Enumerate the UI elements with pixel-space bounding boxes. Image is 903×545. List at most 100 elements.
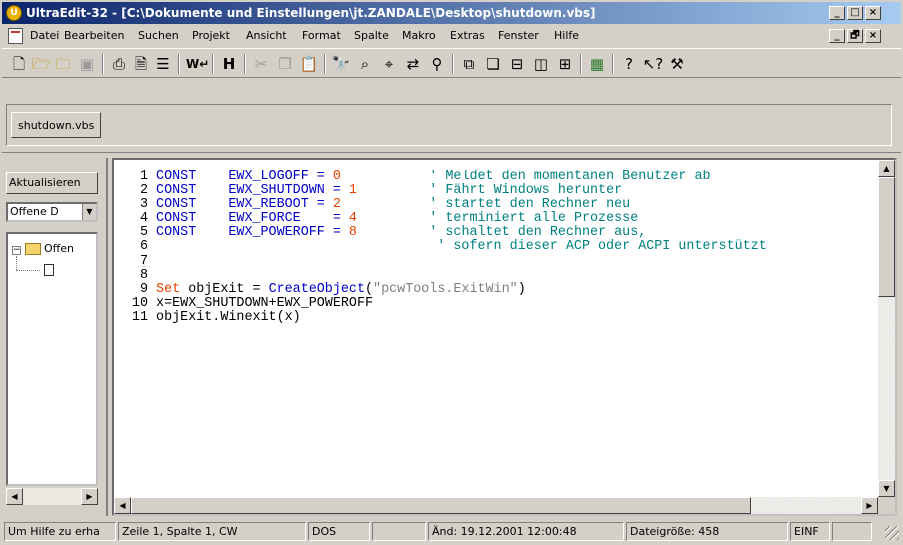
mdi-restore-button[interactable]: 🗗 — [847, 29, 863, 43]
code-token: CONST — [156, 211, 229, 227]
maximize-button[interactable]: □ — [847, 6, 863, 20]
find-next-icon[interactable]: ⌕ — [354, 53, 376, 75]
menu-hilfe[interactable]: Hilfe — [554, 29, 579, 42]
mdi-close-button[interactable]: × — [865, 29, 881, 43]
code-line[interactable]: 8 — [114, 268, 869, 283]
open-icon[interactable]: 🗁 — [30, 53, 52, 75]
save-icon[interactable]: ▣ — [76, 53, 98, 75]
collapse-icon[interactable]: − — [12, 246, 21, 255]
code-token: EWX_SHUTDOWN = — [228, 183, 349, 199]
code-line[interactable]: 1 CONST EWX_LOGOFF = 0 ' Meldet den mome… — [114, 170, 869, 184]
menu-spalte[interactable]: Spalte — [354, 29, 389, 42]
menu-suchen[interactable]: Suchen — [138, 29, 179, 42]
scroll-left-icon[interactable]: ◀ — [6, 488, 23, 505]
menu-ansicht[interactable]: Ansicht — [246, 29, 287, 42]
tree-root-label[interactable]: Offen — [44, 242, 74, 255]
code-line[interactable]: 6 ' sofern dieser ACP oder ACPI unterstü… — [114, 240, 869, 254]
window-titlebar[interactable]: U UltraEdit-32 - [C:\Dokumente und Einst… — [2, 2, 901, 24]
help-icon[interactable]: ? — [618, 53, 640, 75]
toolbar-separator — [324, 54, 326, 74]
paste-icon[interactable]: 📋 — [298, 53, 320, 75]
code-line[interactable]: 9 Set objExit = CreateObject("pcwTools.E… — [114, 281, 869, 297]
status-position: Zeile 1, Spalte 1, CW — [118, 522, 306, 541]
column-icon[interactable]: ⊞ — [554, 53, 576, 75]
status-format: DOS — [308, 522, 370, 541]
cut-icon[interactable]: ✂ — [250, 53, 272, 75]
mark-icon[interactable]: ▦ — [586, 53, 608, 75]
code-line[interactable]: 4 CONST EWX_FORCE = 4 ' terminiert alle … — [114, 212, 869, 226]
code-token: 2 — [332, 197, 341, 213]
line-number: 6 — [139, 239, 148, 255]
status-insert-mode: EINF — [790, 522, 830, 541]
replace-icon[interactable]: ⇄ — [402, 53, 424, 75]
menu-makro[interactable]: Makro — [402, 29, 436, 42]
code-line[interactable]: 5 CONST EWX_POWEROFF = 8 ' schaltet den … — [114, 226, 869, 240]
file-tree[interactable]: − Offen — [6, 232, 98, 486]
new-file-icon[interactable]: 🗋 — [8, 53, 30, 75]
tile-icon[interactable]: ⧉ — [458, 53, 480, 75]
find-prev-icon[interactable]: ⌖ — [378, 53, 400, 75]
scroll-left-icon[interactable]: ◀ — [114, 497, 131, 514]
statusbar: Um Hilfe zu erha Zeile 1, Spalte 1, CW D… — [2, 520, 901, 542]
scroll-right-icon[interactable]: ▶ — [81, 488, 98, 505]
context-help-icon[interactable]: ↖? — [642, 53, 664, 75]
code-token: 1 — [348, 183, 357, 199]
code-token: ' startet den Rechner neu — [429, 197, 631, 213]
vscroll-thumb[interactable] — [878, 177, 895, 297]
code-line[interactable]: 10 x=EWX_SHUTDOWN+EWX_POWEROFF — [114, 296, 869, 311]
hscroll-thumb[interactable] — [131, 497, 751, 514]
code-editor[interactable]: 1 CONST EWX_LOGOFF = 0 ' Meldet den mome… — [112, 158, 897, 516]
editor-hscrollbar[interactable]: ◀ ▶ — [114, 497, 878, 514]
word-wrap-icon[interactable]: W↵ — [186, 53, 209, 75]
menu-format[interactable]: Format — [302, 29, 341, 42]
menu-bearbeiten[interactable]: Bearbeiten — [64, 29, 124, 42]
scroll-right-icon[interactable]: ▶ — [861, 497, 878, 514]
code-line[interactable]: 2 CONST EWX_SHUTDOWN = 1 ' Fährt Windows… — [114, 183, 869, 199]
editor-vscrollbar[interactable]: ▲ ▼ — [878, 160, 895, 497]
close-button[interactable]: × — [865, 6, 881, 20]
refresh-button[interactable]: Aktualisieren — [6, 172, 98, 194]
scroll-down-icon[interactable]: ▼ — [878, 480, 895, 497]
resize-grip-icon[interactable] — [885, 526, 899, 540]
code-token: "pcwTools.ExitWin" — [373, 281, 518, 297]
sidebar-hscrollbar[interactable]: ◀ ▶ — [6, 488, 98, 505]
print-icon[interactable]: ⎙ — [108, 53, 130, 75]
find-in-files-icon[interactable]: ⚲ — [426, 53, 448, 75]
scroll-up-icon[interactable]: ▲ — [878, 160, 895, 177]
split-h-icon[interactable]: ⊟ — [506, 53, 528, 75]
status-empty — [832, 522, 872, 541]
menubar: Datei Bearbeiten Suchen Projekt Ansicht … — [2, 26, 901, 46]
tab-shutdown-vbs[interactable]: shutdown.vbs — [11, 112, 102, 138]
chevron-down-icon[interactable]: ▼ — [82, 204, 96, 220]
menu-extras[interactable]: Extras — [450, 29, 485, 42]
code-token: 8 — [348, 225, 357, 241]
code-line[interactable]: 3 CONST EWX_REBOOT = 2 ' startet den Rec… — [114, 198, 869, 212]
mdi-minimize-button[interactable]: _ — [829, 29, 845, 43]
find-icon[interactable]: 🔭 — [330, 53, 352, 75]
cascade-icon[interactable]: ❏ — [482, 53, 504, 75]
code-line[interactable]: 11 objExit.Winexit(x) — [114, 310, 869, 325]
toolbar-separator — [178, 54, 180, 74]
folder-icon — [25, 243, 41, 255]
code-token: CONST — [156, 183, 229, 199]
page-setup-icon[interactable]: ☰ — [152, 53, 174, 75]
copy-icon[interactable]: ❐ — [274, 53, 296, 75]
print-preview-icon[interactable]: 🗎 — [130, 53, 152, 75]
code-token: CONST — [156, 170, 229, 184]
document-icon[interactable] — [8, 28, 23, 44]
code-token: CONST — [156, 197, 229, 213]
menu-fenster[interactable]: Fenster — [498, 29, 539, 42]
split-v-icon[interactable]: ◫ — [530, 53, 552, 75]
file-filter-select[interactable]: Offene D ▼ — [6, 202, 98, 222]
menu-projekt[interactable]: Projekt — [192, 29, 230, 42]
tools-icon[interactable]: ⚒ — [666, 53, 688, 75]
code-line[interactable]: 7 — [114, 254, 869, 269]
status-help: Um Hilfe zu erha — [4, 522, 116, 541]
hex-mode-icon[interactable]: H — [218, 53, 240, 75]
toolbar-separator — [244, 54, 246, 74]
open-folder-icon[interactable]: 🗀 — [52, 53, 74, 75]
menu-datei[interactable]: Datei — [30, 29, 59, 42]
file-icon[interactable] — [44, 264, 54, 276]
code-area[interactable]: 1 CONST EWX_LOGOFF = 0 ' Meldet den mome… — [114, 170, 869, 490]
minimize-button[interactable]: _ — [829, 6, 845, 20]
